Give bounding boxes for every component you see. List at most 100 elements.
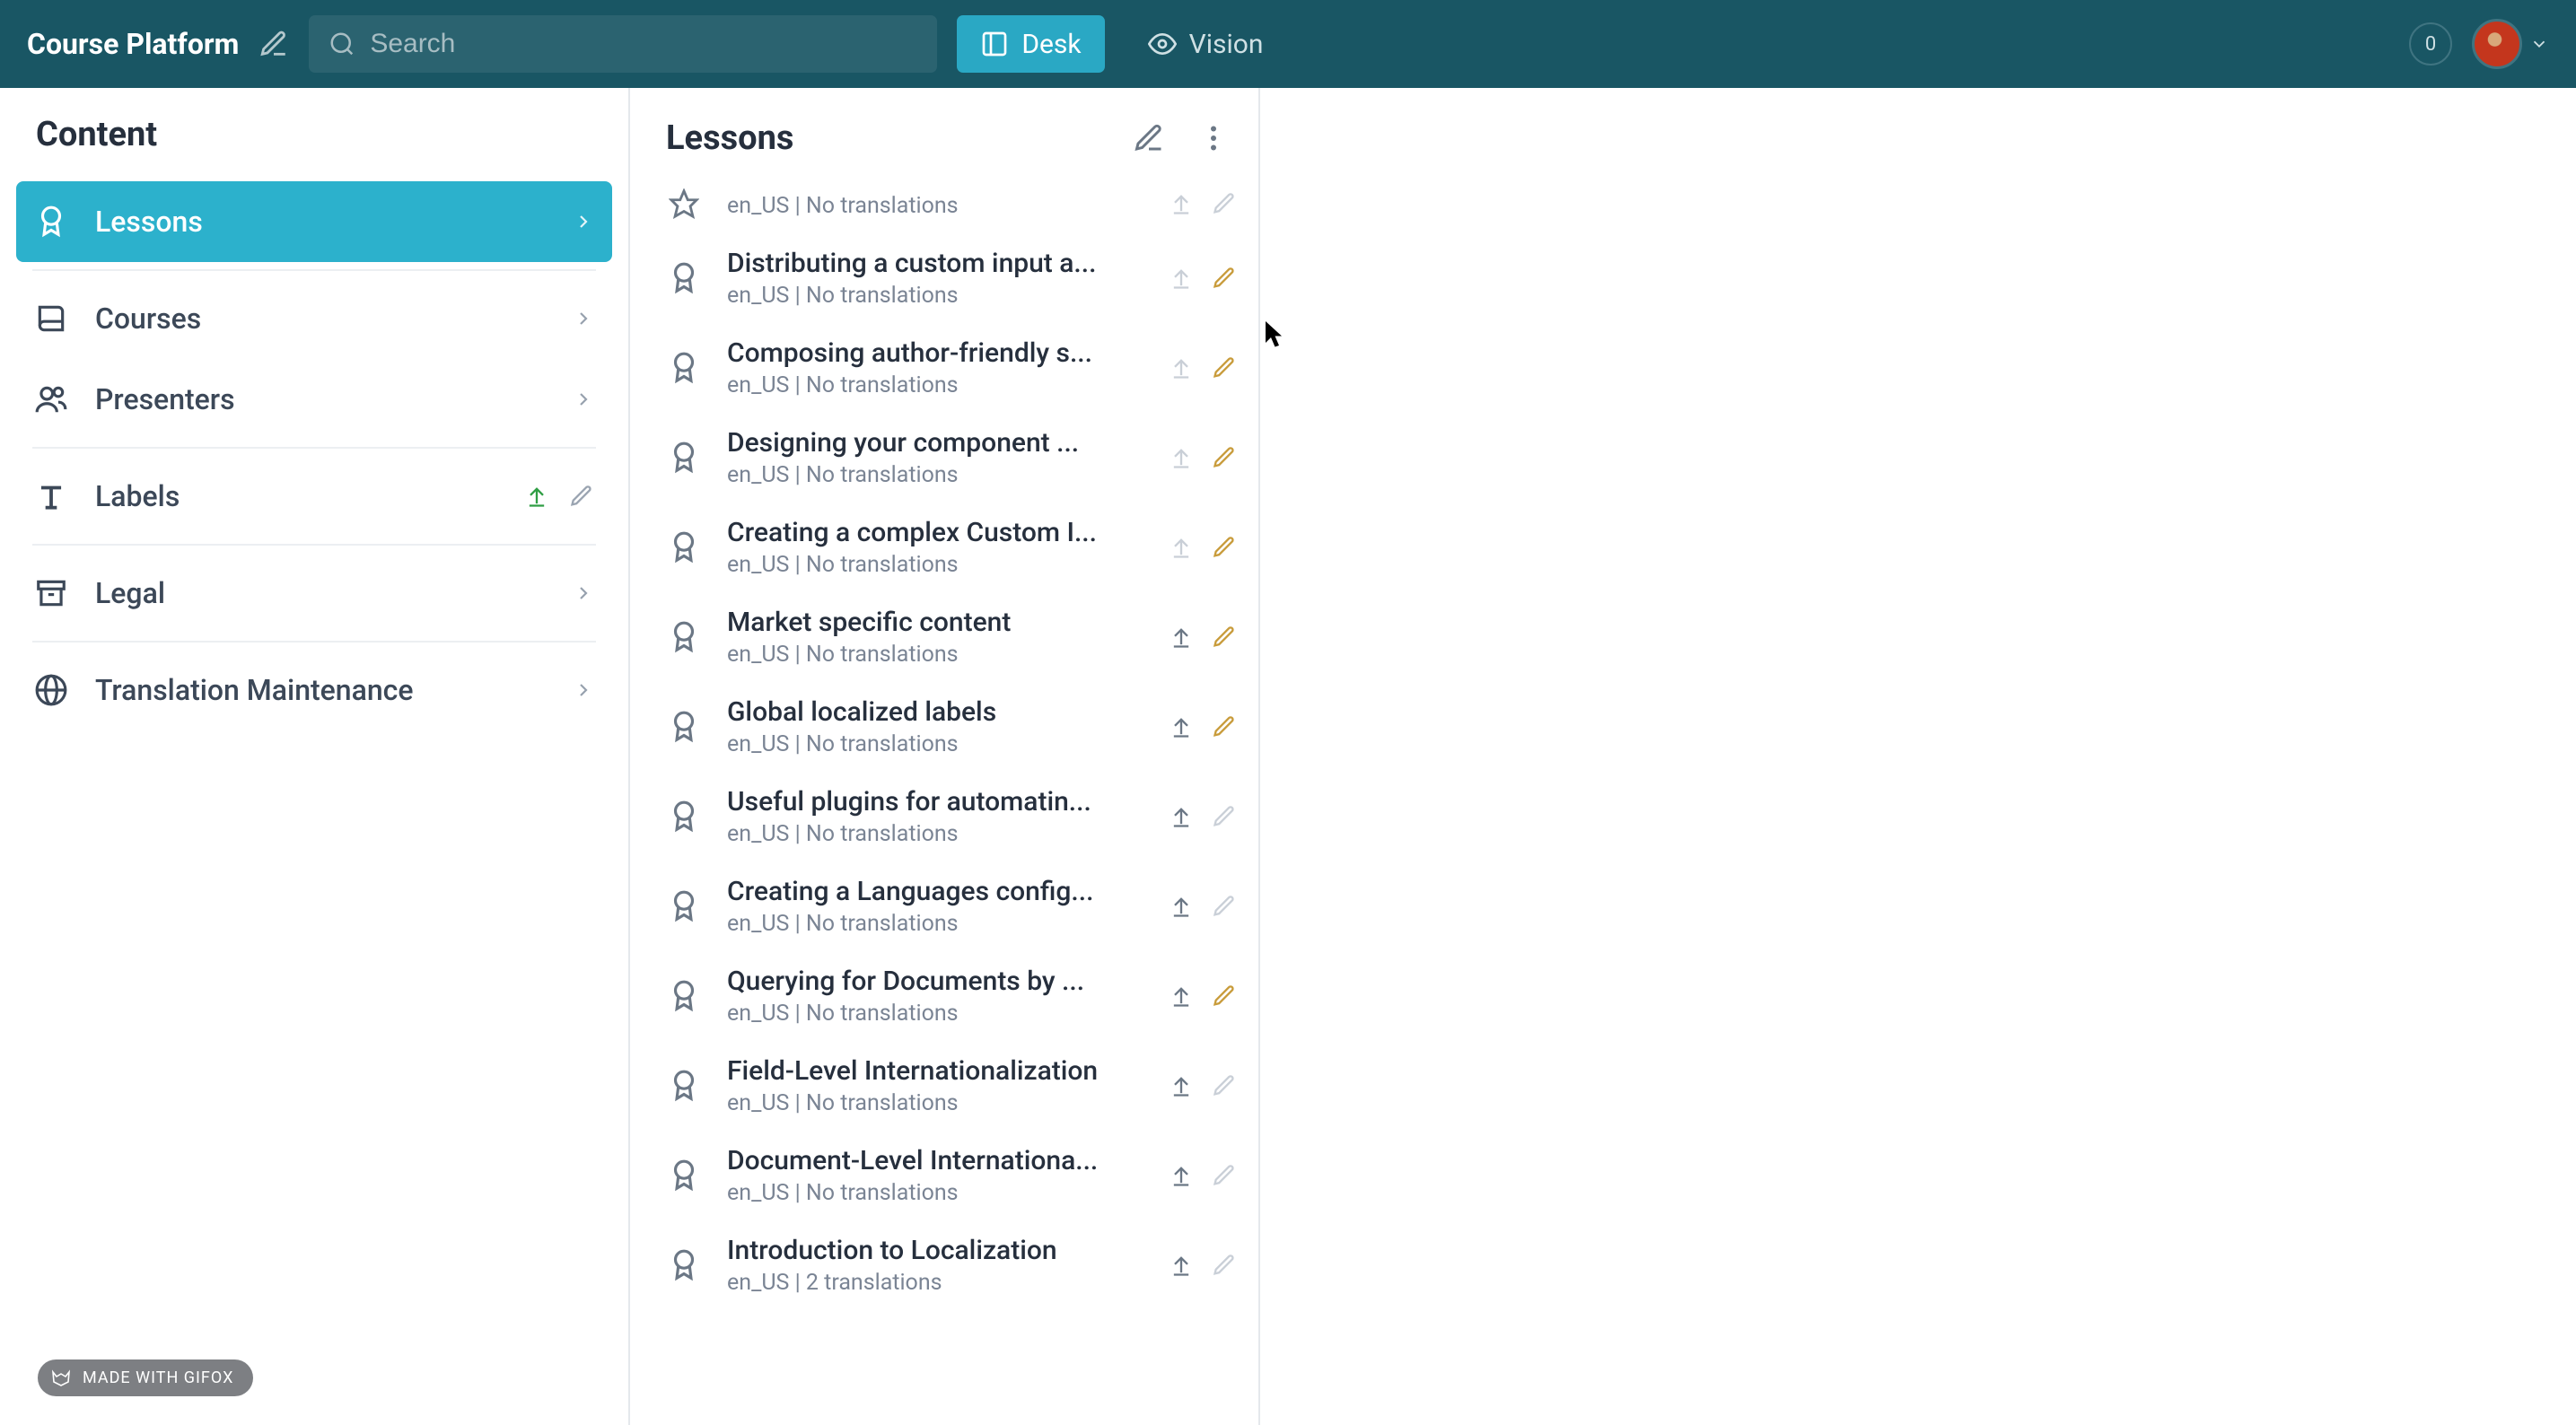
divider <box>32 447 596 449</box>
lesson-subtitle: en_US | No translations <box>727 911 1147 937</box>
ribbon-icon <box>662 1248 705 1282</box>
ribbon-icon <box>662 1069 705 1103</box>
lesson-row[interactable]: Composing author-friendly s...en_US | No… <box>630 323 1258 413</box>
lesson-row[interactable]: Distributing a custom input a...en_US | … <box>630 233 1258 323</box>
publish-icon[interactable] <box>1169 625 1194 650</box>
publish-icon[interactable] <box>1169 1253 1194 1278</box>
chevron-right-icon <box>573 211 594 232</box>
edit-icon[interactable] <box>1212 1073 1237 1098</box>
publish-icon[interactable] <box>1169 535 1194 560</box>
user-menu[interactable] <box>2472 19 2549 69</box>
lesson-subtitle: en_US | No translations <box>727 642 1147 668</box>
sidebar-item-labels[interactable]: Labels <box>16 456 612 537</box>
ribbon-icon <box>662 441 705 475</box>
chevron-right-icon <box>573 308 594 329</box>
edit-icon[interactable] <box>1212 1163 1237 1188</box>
main-content: Content LessonsCoursesPresentersLabelsLe… <box>0 88 2576 1425</box>
divider <box>32 641 596 643</box>
mode-desk-button[interactable]: Desk <box>957 15 1104 73</box>
search-input[interactable] <box>370 29 917 59</box>
sidebar-panel: Content LessonsCoursesPresentersLabelsLe… <box>0 88 630 1425</box>
panels-icon <box>980 30 1009 58</box>
lesson-title: Composing author-friendly s... <box>727 337 1147 369</box>
lesson-row[interactable]: Market specific content en_US | No transl… <box>630 592 1258 682</box>
lesson-title: Distributing a custom input a... <box>727 248 1147 279</box>
lesson-row[interactable]: Field-Level Internationalizationen_US | … <box>630 1041 1258 1131</box>
publish-icon[interactable] <box>1169 714 1194 739</box>
cursor-icon <box>1266 321 1287 348</box>
lesson-row[interactable]: Designing your component ...en_US | No t… <box>630 413 1258 503</box>
lessons-list[interactable]: en_US | No translationsDistributing a cu… <box>630 188 1258 1425</box>
lesson-subtitle: en_US | No translations <box>727 462 1147 488</box>
lessons-panel: Lessons en_US | No translationsDistribut… <box>630 88 1260 1425</box>
lesson-row[interactable]: Querying for Documents by ...en_US | No … <box>630 951 1258 1041</box>
people-icon <box>34 382 68 416</box>
lesson-title: Global localized labels <box>727 696 1147 728</box>
sidebar-item-label: Translation Maintenance <box>95 673 546 707</box>
lesson-row[interactable]: Global localized labels en_US | No transl… <box>630 682 1258 772</box>
lesson-subtitle: en_US | No translations <box>727 552 1147 578</box>
app-header: Course Platform Desk Vision 0 <box>0 0 2576 88</box>
publish-icon[interactable] <box>1169 355 1194 380</box>
edit-icon[interactable] <box>1212 984 1237 1009</box>
edit-icon[interactable] <box>1212 625 1237 650</box>
ribbon-icon <box>662 800 705 834</box>
lesson-row[interactable]: Introduction to Localizationen_US | 2 tr… <box>630 1220 1258 1310</box>
publish-icon[interactable] <box>1169 191 1194 216</box>
lesson-row[interactable]: Creating a Languages config...en_US | No… <box>630 861 1258 951</box>
search-field[interactable] <box>309 15 937 73</box>
lesson-subtitle: en_US | No translations <box>727 731 1147 757</box>
lesson-row[interactable]: Creating a complex Custom I...en_US | No… <box>630 503 1258 592</box>
lessons-menu-button[interactable] <box>1190 115 1237 162</box>
sidebar-item-translation-maintenance[interactable]: Translation Maintenance <box>16 650 612 730</box>
edit-icon[interactable] <box>569 484 594 509</box>
compose-icon[interactable] <box>258 29 289 59</box>
sidebar-item-label: Legal <box>95 576 546 610</box>
edit-icon[interactable] <box>1212 535 1237 560</box>
sidebar-item-label: Courses <box>95 302 546 336</box>
app-title: Course Platform <box>27 27 239 61</box>
ribbon-icon <box>662 620 705 654</box>
lessons-header: Lessons <box>630 88 1258 188</box>
lesson-title: Querying for Documents by ... <box>727 966 1147 997</box>
new-lesson-button[interactable] <box>1126 115 1172 162</box>
edit-icon[interactable] <box>1212 894 1237 919</box>
eye-icon <box>1148 30 1177 58</box>
lesson-title: Market specific content <box>727 607 1147 638</box>
typography-icon <box>34 479 68 513</box>
detail-area <box>1260 88 2576 1425</box>
lesson-row[interactable]: Useful plugins for automatin...en_US | N… <box>630 772 1258 861</box>
edit-icon[interactable] <box>1212 266 1237 291</box>
publish-icon[interactable] <box>1169 266 1194 291</box>
lesson-row[interactable]: en_US | No translations <box>630 188 1258 233</box>
notification-count[interactable]: 0 <box>2409 22 2452 66</box>
mode-desk-label: Desk <box>1021 29 1081 60</box>
publish-icon[interactable] <box>1169 1073 1194 1098</box>
sidebar-item-lessons[interactable]: Lessons <box>16 181 612 262</box>
publish-icon[interactable] <box>1169 984 1194 1009</box>
edit-icon[interactable] <box>1212 191 1237 216</box>
sidebar-item-courses[interactable]: Courses <box>16 278 612 359</box>
made-with-label: MADE WITH GIFOX <box>83 1368 233 1387</box>
sidebar-item-legal[interactable]: Legal <box>16 553 612 634</box>
lesson-subtitle: en_US | 2 translations <box>727 1270 1147 1296</box>
edit-icon[interactable] <box>1212 355 1237 380</box>
ribbon-icon <box>662 1158 705 1193</box>
publish-icon[interactable] <box>1169 1163 1194 1188</box>
edit-icon[interactable] <box>1212 1253 1237 1278</box>
lesson-row[interactable]: Document-Level Internationa...en_US | No… <box>630 1131 1258 1220</box>
edit-icon[interactable] <box>1212 804 1237 829</box>
mode-vision-button[interactable]: Vision <box>1125 15 1287 73</box>
edit-icon[interactable] <box>1212 714 1237 739</box>
ribbon-icon <box>662 261 705 295</box>
sidebar-item-presenters[interactable]: Presenters <box>16 359 612 440</box>
publish-icon[interactable] <box>1169 804 1194 829</box>
edit-icon[interactable] <box>1212 445 1237 470</box>
chevron-right-icon <box>573 582 594 604</box>
publish-icon[interactable] <box>1169 445 1194 470</box>
ribbon-icon <box>662 710 705 744</box>
sidebar-item-label: Lessons <box>95 205 546 239</box>
lesson-subtitle: en_US | No translations <box>727 1090 1147 1116</box>
publish-icon[interactable] <box>524 484 549 509</box>
publish-icon[interactable] <box>1169 894 1194 919</box>
